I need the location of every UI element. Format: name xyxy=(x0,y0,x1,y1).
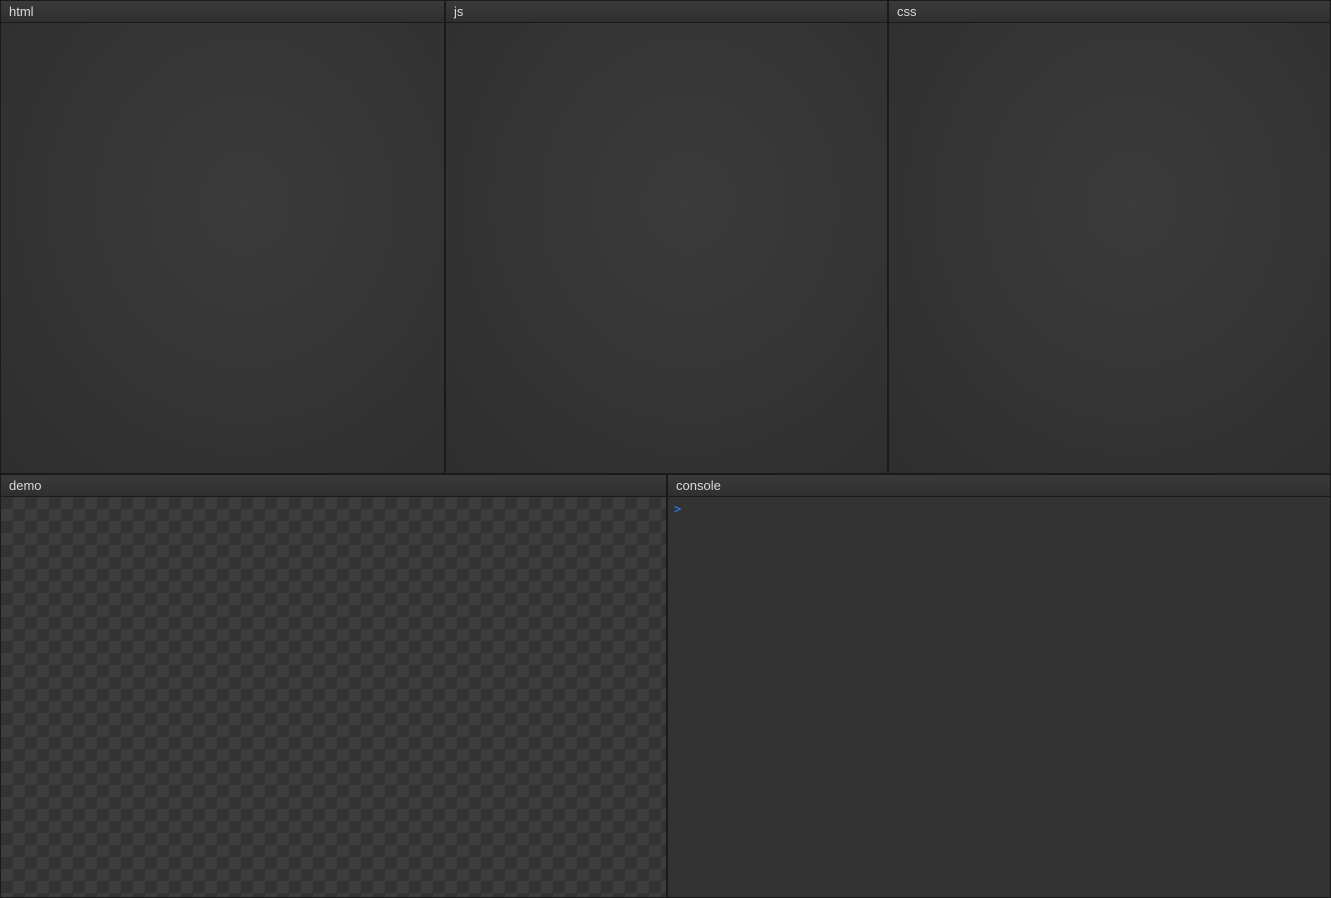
demo-panel-title: demo xyxy=(9,478,42,493)
html-editor[interactable] xyxy=(1,23,444,473)
html-panel-header[interactable]: html xyxy=(1,1,444,23)
css-editor[interactable] xyxy=(889,23,1330,473)
js-panel-title: js xyxy=(454,4,463,19)
js-panel-body xyxy=(446,23,887,473)
console-body: > xyxy=(668,497,1330,897)
html-panel: html xyxy=(0,0,445,474)
js-editor[interactable] xyxy=(446,23,887,473)
demo-panel: demo xyxy=(0,474,667,898)
css-panel-header[interactable]: css xyxy=(889,1,1330,23)
console-panel: console > xyxy=(667,474,1331,898)
console-prompt-icon: > xyxy=(674,501,681,517)
js-panel: js xyxy=(445,0,888,474)
console-input[interactable] xyxy=(687,501,1324,517)
top-row: html js css xyxy=(0,0,1331,474)
html-panel-body xyxy=(1,23,444,473)
bottom-row: demo console > xyxy=(0,474,1331,898)
console-panel-header[interactable]: console xyxy=(668,475,1330,497)
css-panel: css xyxy=(888,0,1331,474)
console-panel-title: console xyxy=(676,478,721,493)
playground-container: html js css xyxy=(0,0,1331,898)
js-panel-header[interactable]: js xyxy=(446,1,887,23)
css-panel-title: css xyxy=(897,4,917,19)
html-panel-title: html xyxy=(9,4,34,19)
demo-panel-header[interactable]: demo xyxy=(1,475,666,497)
css-panel-body xyxy=(889,23,1330,473)
demo-preview[interactable] xyxy=(1,497,666,897)
